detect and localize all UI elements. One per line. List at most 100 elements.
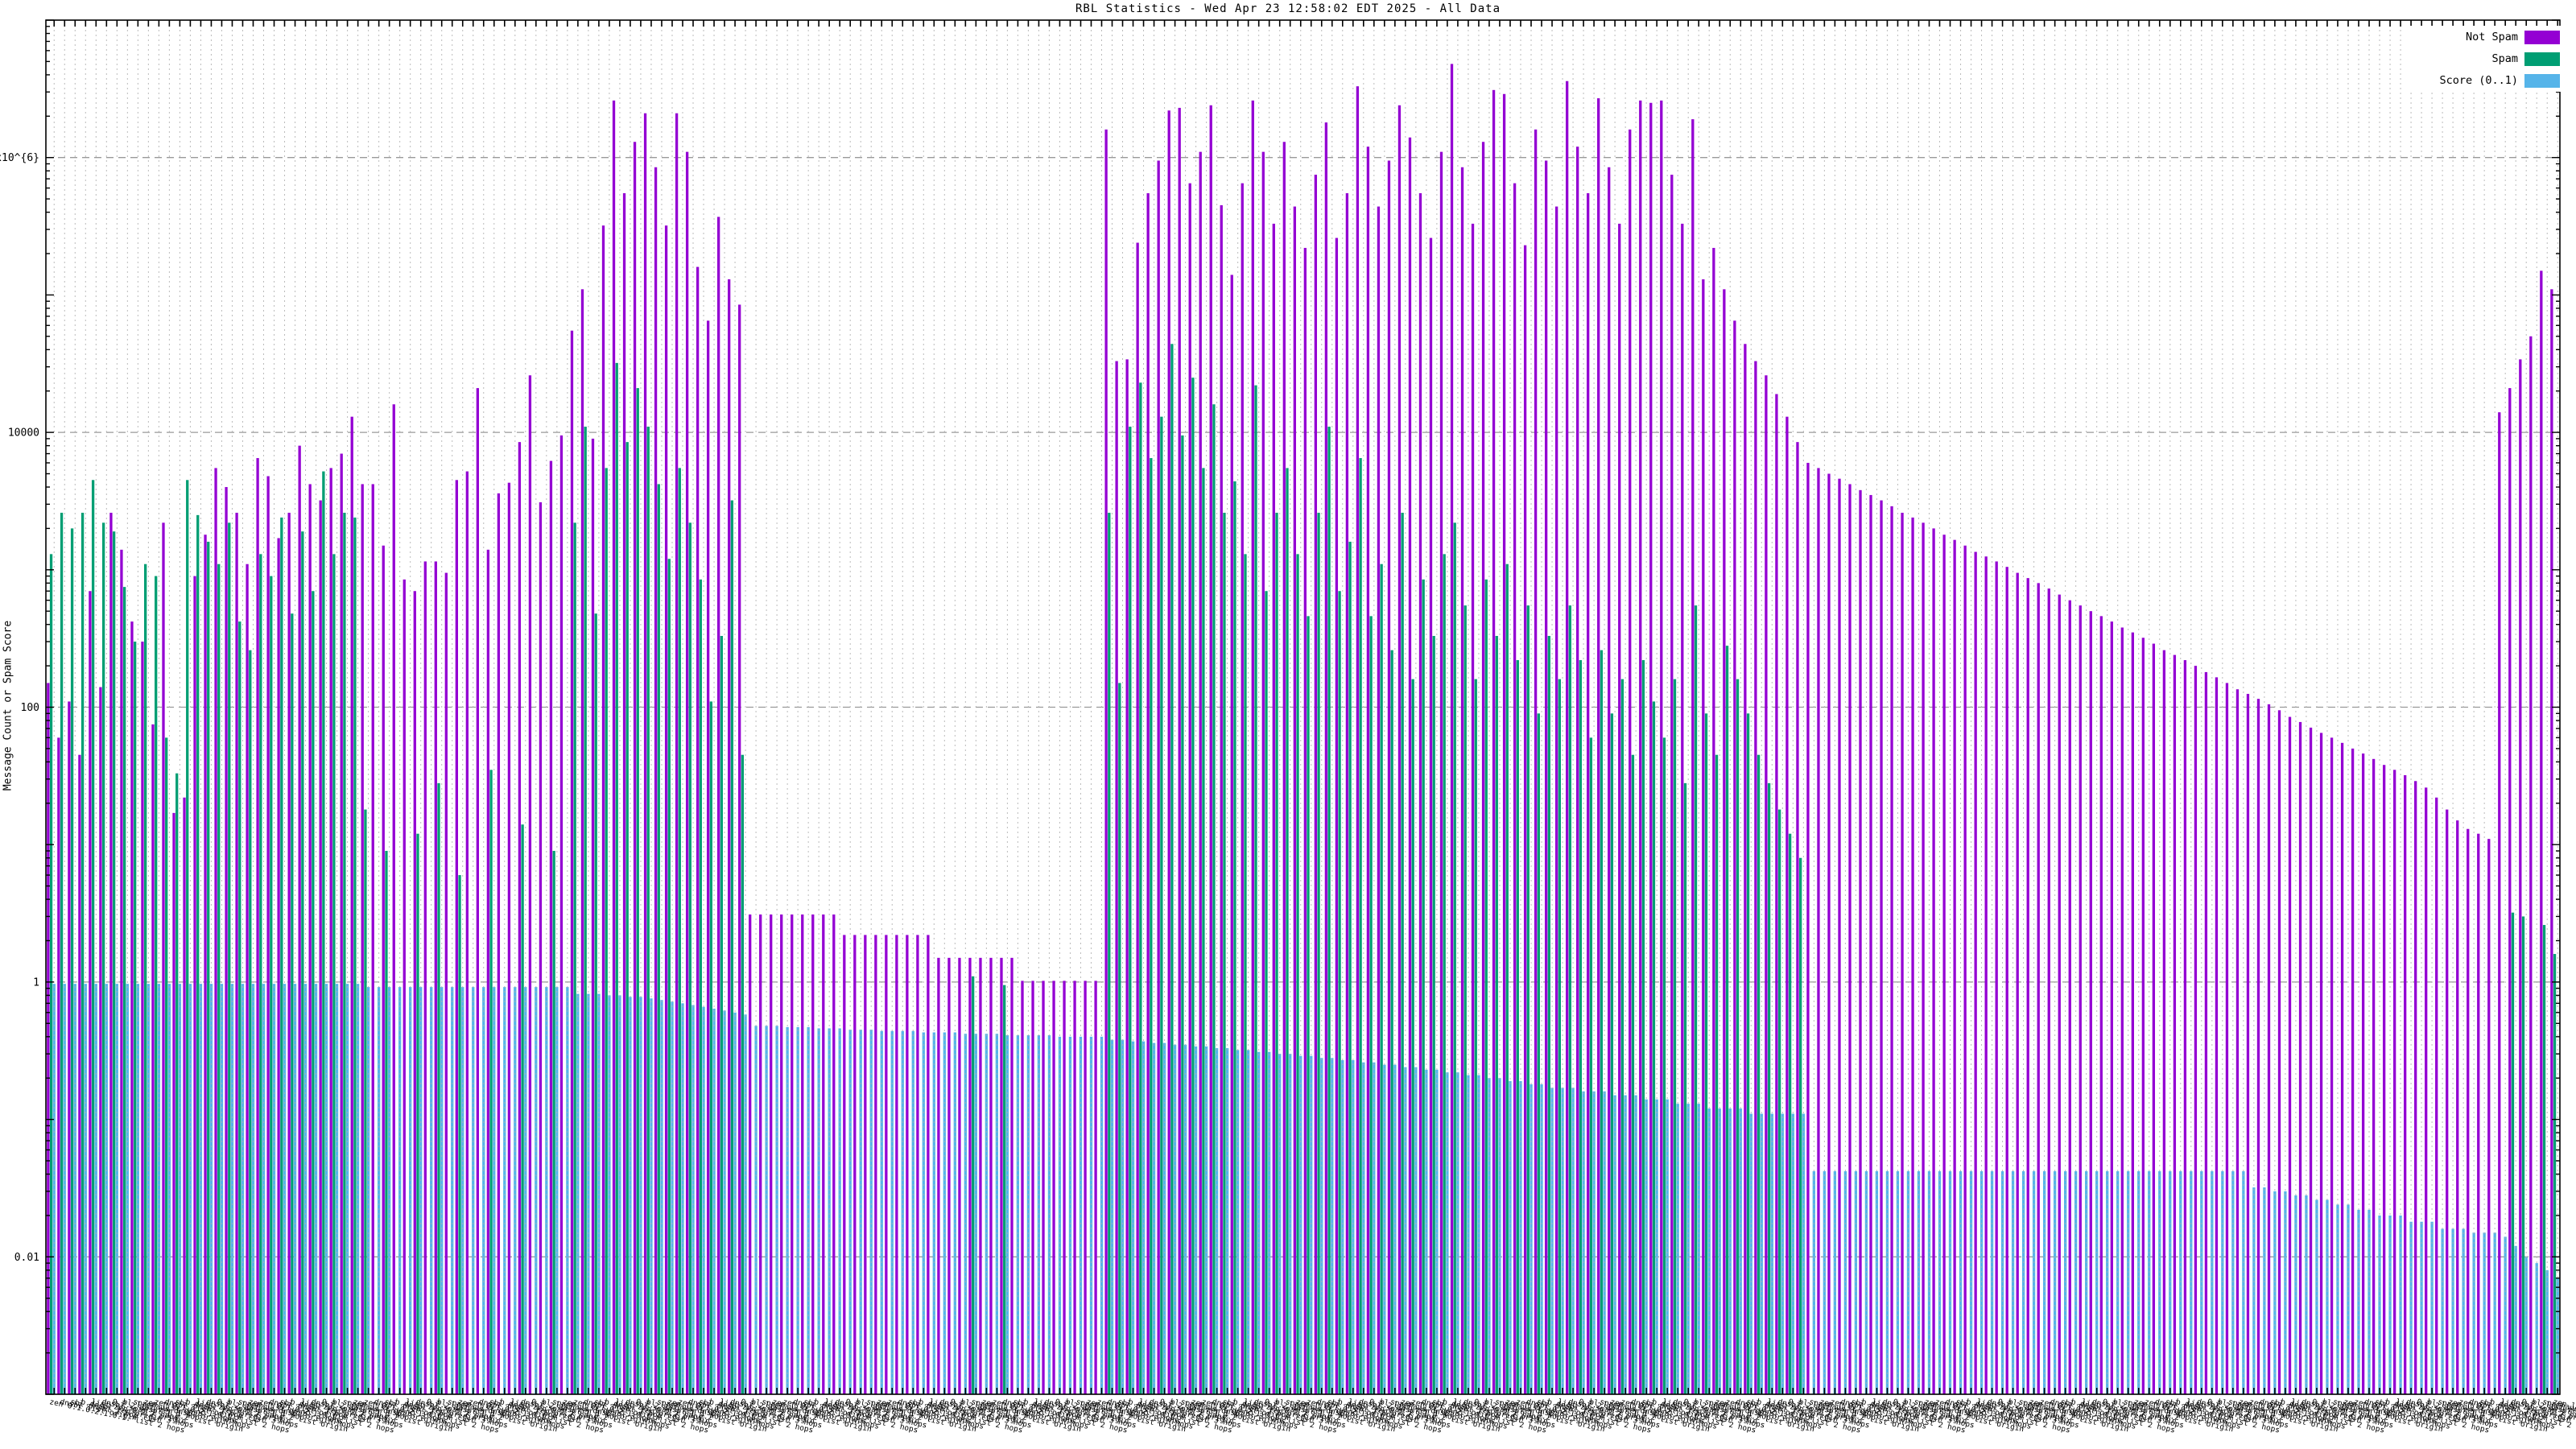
- bar: [1063, 980, 1066, 1394]
- bar: [730, 500, 734, 1394]
- bar: [1202, 468, 1205, 1395]
- y-tick-labels: 1x10^{6} 10000 100 1 0.01: [0, 152, 39, 1264]
- bar: [1639, 100, 1642, 1395]
- bar: [646, 427, 650, 1394]
- bar: [1838, 478, 1841, 1395]
- bar: [1477, 1075, 1480, 1394]
- bar: [545, 987, 548, 1394]
- bar: [1167, 110, 1170, 1394]
- bar: [2026, 578, 2029, 1394]
- bar: [444, 572, 448, 1394]
- bar: [591, 438, 595, 1395]
- legend: Not Spam Spam Score (0..1): [2405, 26, 2563, 92]
- bar: [1299, 1055, 1302, 1394]
- bar: [144, 564, 147, 1394]
- bar: [2414, 781, 2417, 1394]
- bar: [256, 458, 259, 1394]
- bar: [2141, 638, 2145, 1394]
- bar: [552, 851, 555, 1394]
- bar: [175, 773, 179, 1394]
- bar: [1579, 660, 1583, 1394]
- bar: [1150, 458, 1153, 1394]
- bar: [1767, 782, 1771, 1394]
- bar: [1576, 147, 1579, 1395]
- bar: [112, 531, 116, 1394]
- bar: [1084, 980, 1087, 1394]
- bar: [728, 279, 731, 1395]
- bar: [1408, 137, 1412, 1394]
- bar: [2309, 727, 2313, 1394]
- bar: [675, 113, 679, 1395]
- bar: [1775, 394, 1778, 1394]
- bar: [1537, 713, 1540, 1394]
- bar: [696, 266, 700, 1394]
- bar: [1432, 635, 1435, 1394]
- bar: [1418, 193, 1422, 1394]
- bar: [2550, 289, 2553, 1395]
- bar: [741, 754, 745, 1394]
- bar: [382, 545, 385, 1394]
- bar: [68, 701, 71, 1394]
- bar: [238, 621, 242, 1394]
- bar: [1555, 206, 1558, 1394]
- bar: [1788, 833, 1792, 1394]
- bar: [916, 935, 919, 1394]
- bar: [392, 404, 395, 1394]
- bar: [287, 512, 291, 1395]
- bar: [1645, 1099, 1648, 1394]
- bar: [1704, 713, 1708, 1394]
- bar: [1694, 605, 1698, 1394]
- bar: [566, 987, 569, 1394]
- bar: [99, 687, 102, 1394]
- bar: [1338, 591, 1341, 1394]
- bar: [989, 957, 993, 1394]
- legend-row-score: Score (0..1): [2409, 71, 2560, 90]
- bar: [1199, 151, 1202, 1394]
- bar: [2361, 753, 2365, 1394]
- bar: [497, 493, 501, 1394]
- bar: [183, 797, 186, 1394]
- bar: [2058, 594, 2061, 1394]
- bar: [1974, 551, 1977, 1394]
- bar: [1765, 375, 1768, 1394]
- bar: [1566, 80, 1569, 1395]
- bar: [979, 957, 982, 1394]
- bar: [476, 388, 480, 1395]
- not-spam-swatch: [2524, 30, 2560, 44]
- bar: [1139, 382, 1142, 1395]
- bar: [528, 375, 532, 1394]
- bar: [1223, 512, 1226, 1395]
- bar: [2235, 689, 2240, 1394]
- bar: [1188, 183, 1191, 1394]
- bar: [1869, 494, 1872, 1395]
- bar: [329, 468, 332, 1395]
- bar: [2256, 699, 2260, 1394]
- bar: [423, 561, 427, 1395]
- bar: [1798, 857, 1802, 1394]
- y-tick-label: 10000: [8, 427, 39, 440]
- bar: [657, 484, 660, 1395]
- bar: [1286, 468, 1289, 1395]
- bar: [688, 522, 691, 1394]
- bar: [2446, 809, 2449, 1394]
- bar: [89, 591, 92, 1394]
- bar: [1460, 167, 1464, 1394]
- bar: [1610, 713, 1614, 1394]
- bar: [162, 522, 165, 1394]
- bar: [906, 935, 909, 1394]
- bar: [235, 512, 238, 1395]
- bar: [2340, 742, 2344, 1394]
- bar: [186, 480, 189, 1394]
- bar: [1534, 129, 1538, 1395]
- bar: [1390, 650, 1393, 1394]
- bar: [968, 957, 972, 1394]
- bar: [2404, 774, 2407, 1394]
- bar: [130, 621, 134, 1394]
- bar: [385, 851, 388, 1394]
- bar: [2277, 710, 2281, 1394]
- bar: [1314, 175, 1318, 1394]
- bar: [2487, 839, 2491, 1394]
- bar: [507, 482, 511, 1395]
- bar: [885, 935, 888, 1394]
- y-tick-label: 1x10^{6}: [0, 152, 39, 164]
